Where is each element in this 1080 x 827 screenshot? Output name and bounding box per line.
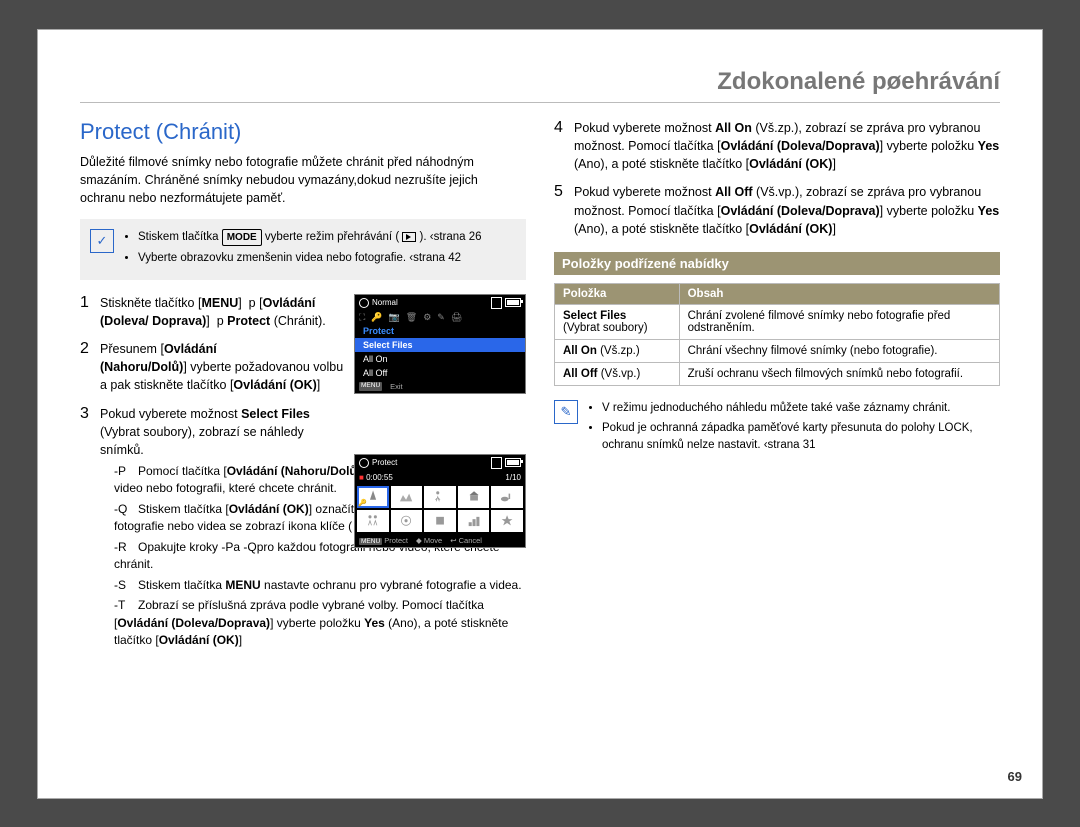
intro-text: Důležité filmové snímky nebo fotografie … xyxy=(80,153,526,207)
pencil-icon: ✎ xyxy=(554,400,578,424)
note-item: Vyberte obrazovku zmenšenin videa nebo f… xyxy=(138,250,482,267)
menu-heading: Protect xyxy=(355,324,525,338)
tip-item: V režimu jednoduchého náhledu můžete tak… xyxy=(602,400,1000,417)
tip-item: Pokud je ochranná západka paměťové karty… xyxy=(602,420,1000,455)
submenu-heading: Položky podřízené nabídky xyxy=(554,252,1000,275)
note-item: Stiskem tlačítka MODE vyberte režim přeh… xyxy=(138,229,482,246)
thumbnail[interactable] xyxy=(424,510,456,532)
submenu-table: Položka Obsah Select Files(Vybrat soubor… xyxy=(554,283,1000,386)
thumbnail[interactable] xyxy=(458,510,490,532)
table-header: Položka xyxy=(555,283,680,304)
tip-box: ✎ V režimu jednoduchého náhledu můžete t… xyxy=(554,400,1000,458)
thumbnail[interactable] xyxy=(491,510,523,532)
step-text: Pokud vyberete možnost All Off (Vš.vp.),… xyxy=(574,183,1000,237)
camera-screenshot-thumbnails: Protect ■ 0:00:55 1/10 🔑 xyxy=(354,454,526,548)
play-icon xyxy=(402,232,416,242)
step-number: 5 xyxy=(554,183,574,201)
table-header: Obsah xyxy=(679,283,999,304)
menu-item-all-on[interactable]: All On xyxy=(355,352,525,366)
page-header-title: Zdokonalené pøehrávání xyxy=(80,68,1000,103)
check-icon: ✓ xyxy=(90,229,114,253)
table-row: Select Files(Vybrat soubory) Chrání zvol… xyxy=(555,304,1000,339)
thumbnail[interactable] xyxy=(391,486,423,508)
menu-item-all-off[interactable]: All Off xyxy=(355,366,525,380)
thumbnail[interactable] xyxy=(458,486,490,508)
table-row: All Off (Vš.vp.) Zruší ochranu všech fil… xyxy=(555,362,1000,385)
step-number: 2 xyxy=(80,340,100,358)
thumbnail[interactable] xyxy=(391,510,423,532)
page-number: 69 xyxy=(1008,769,1022,784)
note-box: ✓ Stiskem tlačítka MODE vyberte režim př… xyxy=(80,219,526,280)
table-row: All On (Vš.zp.) Chrání všechny filmové s… xyxy=(555,339,1000,362)
step-text: Pokud vyberete možnost All On (Vš.zp.), … xyxy=(574,119,1000,173)
thumbnail[interactable] xyxy=(357,510,389,532)
step-number: 4 xyxy=(554,119,574,137)
thumbnail[interactable] xyxy=(491,486,523,508)
thumbnail[interactable] xyxy=(424,486,456,508)
thumbnail[interactable]: 🔑 xyxy=(357,486,389,508)
menu-item-select-files[interactable]: Select Files xyxy=(355,338,525,352)
step-number: 3 xyxy=(80,405,100,423)
camera-screenshot-menu: Normal ⛶🔑📷🗑⚙✎🖨 Protect Select Files All … xyxy=(354,294,526,394)
step-number: 1 xyxy=(80,294,100,312)
section-title-protect: Protect (Chránit) xyxy=(80,119,526,145)
